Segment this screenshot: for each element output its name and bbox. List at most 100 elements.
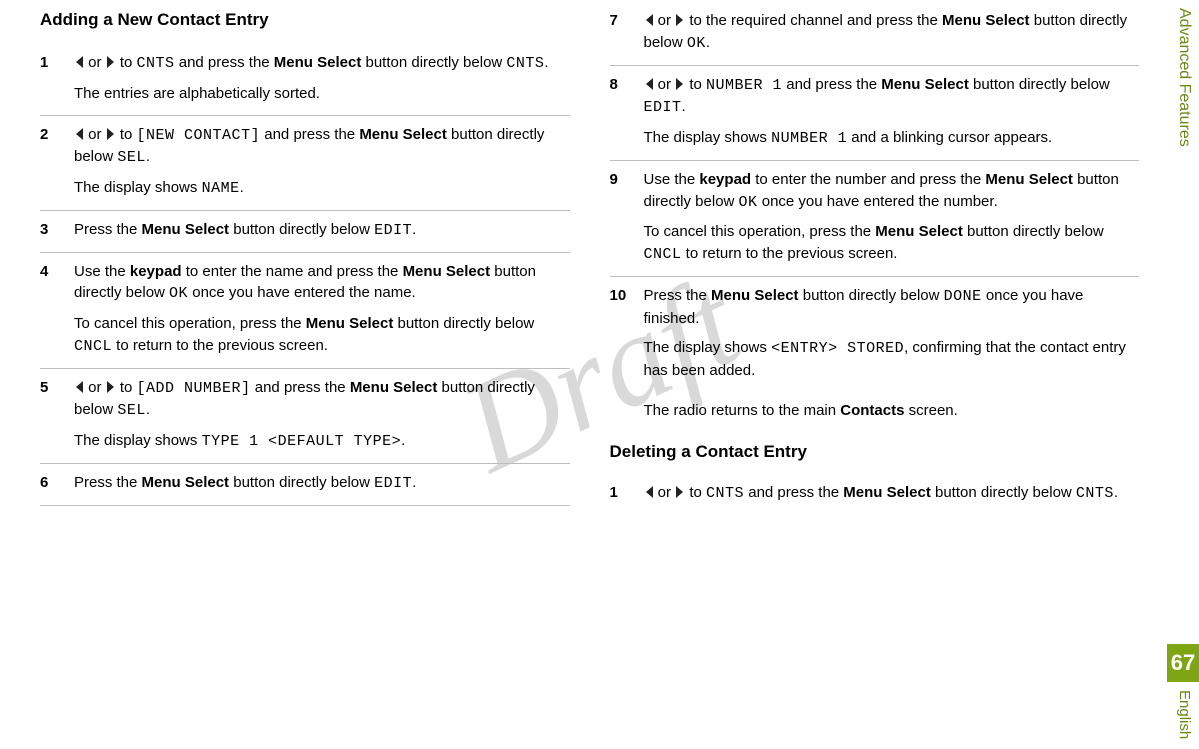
text: and press the bbox=[251, 379, 350, 396]
text: . bbox=[706, 34, 710, 51]
text: to return to the previous screen. bbox=[682, 245, 898, 262]
step-number: 2 bbox=[40, 124, 74, 143]
text: . bbox=[240, 179, 244, 196]
text: . bbox=[1114, 484, 1118, 501]
right-arrow-icon bbox=[675, 485, 685, 499]
text: button directly below bbox=[393, 315, 534, 332]
code-text: TYPE 1 <DEFAULT TYPE> bbox=[202, 433, 402, 450]
code-text: CNTS bbox=[706, 485, 744, 502]
page-content: Adding a New Contact Entry 1 or to CNTS … bbox=[0, 0, 1199, 749]
left-arrow-icon bbox=[644, 485, 654, 499]
heading-delete-contact: Deleting a Contact Entry bbox=[610, 442, 1140, 462]
right-arrow-icon bbox=[106, 127, 116, 141]
code-text: OK bbox=[169, 285, 188, 302]
step-number: 4 bbox=[40, 261, 74, 280]
right-sidebar: Advanced Features 67 English bbox=[1167, 0, 1199, 749]
right-arrow-icon bbox=[675, 13, 685, 27]
text: or bbox=[654, 12, 676, 29]
text: . bbox=[412, 221, 416, 238]
step-body: Use the keypad to enter the name and pre… bbox=[74, 261, 570, 358]
text: to bbox=[116, 126, 137, 143]
text: To cancel this operation, press the bbox=[644, 223, 876, 240]
code-text: EDIT bbox=[374, 475, 412, 492]
text: and press the bbox=[175, 54, 274, 71]
text: to bbox=[116, 54, 137, 71]
step-number: 7 bbox=[610, 10, 644, 29]
text: . bbox=[682, 98, 686, 115]
code-text: CNTS bbox=[137, 55, 175, 72]
code-text: DONE bbox=[944, 288, 982, 305]
left-arrow-icon bbox=[74, 127, 84, 141]
bold-text: Menu Select bbox=[359, 126, 447, 143]
step: 1 or to CNTS and press the Menu Select b… bbox=[610, 474, 1140, 515]
bold-text: Menu Select bbox=[843, 484, 931, 501]
text: or bbox=[84, 379, 106, 396]
step-body: Press the Menu Select button directly be… bbox=[74, 472, 570, 495]
text: . bbox=[544, 54, 548, 71]
closing-text: The radio returns to the main Contacts s… bbox=[644, 400, 1140, 422]
step-body: Use the keypad to enter the number and p… bbox=[644, 169, 1140, 266]
right-arrow-icon bbox=[106, 55, 116, 69]
step-body: Press the Menu Select button directly be… bbox=[644, 285, 1140, 382]
text: To cancel this operation, press the bbox=[74, 315, 306, 332]
code-text: EDIT bbox=[644, 99, 682, 116]
step: 3 Press the Menu Select button directly … bbox=[40, 211, 570, 253]
left-arrow-icon bbox=[74, 380, 84, 394]
text: . bbox=[146, 148, 150, 165]
right-arrow-icon bbox=[106, 380, 116, 394]
right-arrow-icon bbox=[675, 77, 685, 91]
step-number: 3 bbox=[40, 219, 74, 238]
code-text: [ADD NUMBER] bbox=[137, 380, 251, 397]
step: 10 Press the Menu Select button directly… bbox=[610, 277, 1140, 392]
code-text: CNCL bbox=[644, 246, 682, 263]
bold-text: Menu Select bbox=[985, 171, 1073, 188]
text: to the required channel and press the bbox=[685, 12, 942, 29]
text: or bbox=[654, 76, 676, 93]
text: to enter the number and press the bbox=[751, 171, 985, 188]
code-text: [NEW CONTACT] bbox=[137, 127, 261, 144]
code-text: EDIT bbox=[374, 222, 412, 239]
code-text: NAME bbox=[202, 180, 240, 197]
code-text: CNCL bbox=[74, 338, 112, 355]
text: or bbox=[84, 126, 106, 143]
code-text: <ENTRY> STORED bbox=[771, 340, 904, 357]
text: once you have entered the name. bbox=[188, 284, 416, 301]
step-number: 10 bbox=[610, 285, 644, 304]
text: The radio returns to the main bbox=[644, 402, 841, 419]
section-label: Advanced Features bbox=[1167, 0, 1199, 147]
text: Use the bbox=[644, 171, 700, 188]
step-body: or to CNTS and press the Menu Select but… bbox=[644, 482, 1140, 505]
text: button directly below bbox=[229, 221, 374, 238]
left-arrow-icon bbox=[644, 77, 654, 91]
step-number: 8 bbox=[610, 74, 644, 93]
bold-text: Menu Select bbox=[142, 474, 230, 491]
text: The display shows bbox=[74, 179, 202, 196]
text: button directly below bbox=[361, 54, 506, 71]
text: to enter the name and press the bbox=[182, 263, 403, 280]
code-text: OK bbox=[739, 194, 758, 211]
bold-text: Contacts bbox=[840, 402, 904, 419]
step: 1 or to CNTS and press the Menu Select b… bbox=[40, 44, 570, 116]
bold-text: Menu Select bbox=[274, 54, 362, 71]
bold-text: Menu Select bbox=[403, 263, 491, 280]
step-body: or to the required channel and press the… bbox=[644, 10, 1140, 55]
text: . bbox=[412, 474, 416, 491]
bold-text: Menu Select bbox=[711, 287, 799, 304]
heading-add-contact: Adding a New Contact Entry bbox=[40, 10, 570, 30]
left-column: Adding a New Contact Entry 1 or to CNTS … bbox=[40, 10, 570, 739]
text: The display shows bbox=[644, 339, 772, 356]
step-body: or to NUMBER 1 and press the Menu Select… bbox=[644, 74, 1140, 150]
step-body: or to [ADD NUMBER] and press the Menu Se… bbox=[74, 377, 570, 453]
code-text: SEL bbox=[117, 402, 146, 419]
step: 2 or to [NEW CONTACT] and press the Menu… bbox=[40, 116, 570, 211]
text: or bbox=[654, 484, 676, 501]
step-number: 9 bbox=[610, 169, 644, 188]
right-column: 7 or to the required channel and press t… bbox=[610, 10, 1170, 739]
text: The display shows bbox=[644, 129, 772, 146]
result-text: The entries are alphabetically sorted. bbox=[74, 83, 570, 105]
step: 4 Use the keypad to enter the name and p… bbox=[40, 253, 570, 369]
text: . bbox=[146, 401, 150, 418]
step-number: 1 bbox=[40, 52, 74, 71]
step-body: Press the Menu Select button directly be… bbox=[74, 219, 570, 242]
code-text: SEL bbox=[117, 149, 146, 166]
